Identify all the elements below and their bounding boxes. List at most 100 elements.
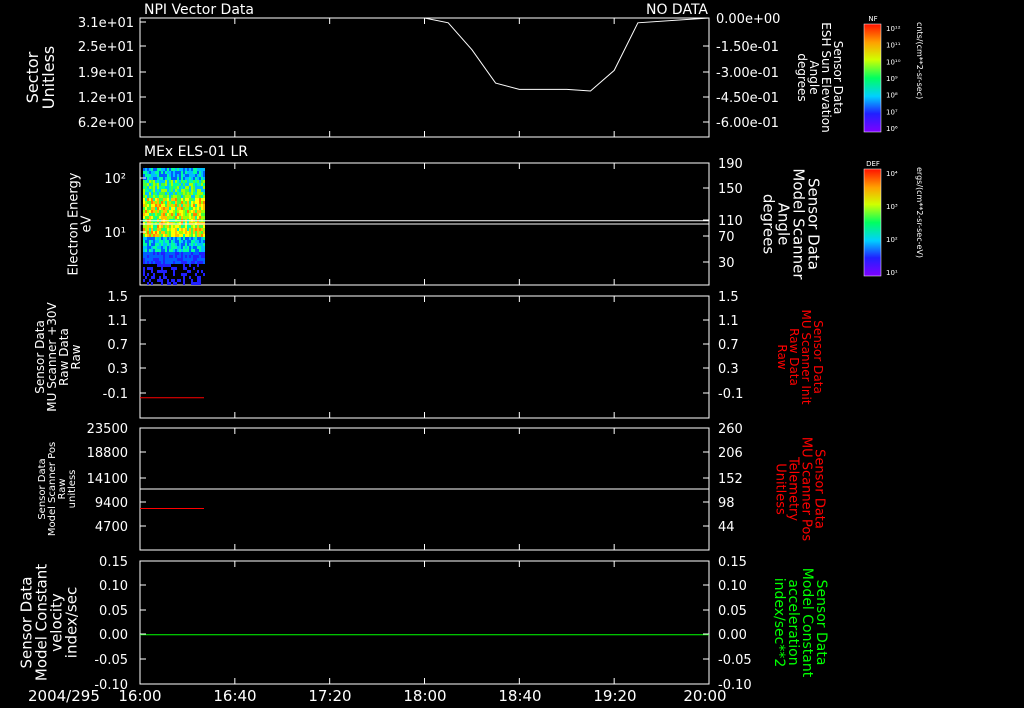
spectrogram-cell: [191, 171, 193, 174]
spectrogram-cell: [191, 282, 193, 285]
spectrogram-cell: [173, 282, 175, 285]
spectrogram-cell: [203, 177, 205, 180]
spectrogram-cell: [167, 249, 169, 252]
spectrogram-cell: [195, 246, 197, 249]
spectrogram-cell: [147, 177, 149, 180]
spectrogram-cell: [167, 246, 169, 249]
spectrogram-cell: [197, 264, 199, 267]
spectrogram-cell: [165, 210, 167, 213]
spectrogram-cell: [193, 171, 195, 174]
spectrogram-cell: [193, 195, 195, 198]
y-axis-title-line: Unitless: [39, 46, 58, 110]
spectrogram-cell: [197, 198, 199, 201]
spectrogram-cell: [145, 210, 147, 213]
spectrogram-cell: [185, 249, 187, 252]
y-tick-label: 1.5: [107, 290, 128, 305]
spectrogram-cell: [203, 231, 205, 234]
spectrogram-cell: [185, 198, 187, 201]
spectrogram-cell: [187, 183, 189, 186]
spectrogram-cell: [187, 228, 189, 231]
spectrogram-cell: [177, 255, 179, 258]
spectrogram-cell: [179, 171, 181, 174]
spectrogram-cell: [157, 255, 159, 258]
spectrogram-cell: [177, 186, 179, 189]
spectrogram-cell: [183, 204, 185, 207]
y-tick-label: 0.05: [99, 604, 128, 619]
spectrogram-cell: [189, 195, 191, 198]
spectrogram-cell: [193, 267, 195, 270]
spectrogram-cell: [159, 183, 161, 186]
spectrogram-cell: [197, 213, 199, 216]
spectrogram-cell: [195, 192, 197, 195]
spectrogram-cell: [161, 174, 163, 177]
spectrogram-cell: [191, 240, 193, 243]
spectrogram-cell: [187, 213, 189, 216]
spectrogram-cell: [177, 258, 179, 261]
spectrogram-cell: [187, 255, 189, 258]
spectrogram-cell: [193, 255, 195, 258]
spectrogram-cell: [155, 213, 157, 216]
spectrogram-cell: [157, 231, 159, 234]
spectrogram-cell: [169, 198, 171, 201]
spectrogram-cell: [151, 192, 153, 195]
spectrogram-cell: [189, 228, 191, 231]
spectrogram-cell: [181, 210, 183, 213]
spectrogram-cell: [181, 180, 183, 183]
spectrogram-cell: [181, 186, 183, 189]
spectrogram-cell: [159, 213, 161, 216]
spectrogram-cell: [191, 231, 193, 234]
spectrogram-cell: [165, 270, 167, 273]
spectrogram-cell: [169, 180, 171, 183]
y-tick-label: 10²: [104, 172, 126, 187]
spectrogram-cell: [163, 204, 165, 207]
spectrogram-cell: [189, 240, 191, 243]
spectrogram-cell: [149, 246, 151, 249]
spectrogram-cell: [197, 207, 199, 210]
y2-axis-title-line: Raw: [775, 344, 789, 369]
spectrogram-cell: [177, 237, 179, 240]
spectrogram-cell: [159, 216, 161, 219]
spectrogram-cell: [161, 195, 163, 198]
spectrogram-cell: [157, 180, 159, 183]
spectrogram-cell: [169, 183, 171, 186]
spectrogram-cell: [143, 207, 145, 210]
spectrogram-cell: [157, 186, 159, 189]
spectrogram-cell: [185, 168, 187, 171]
spectrogram-cell: [149, 177, 151, 180]
spectrogram-cell: [187, 168, 189, 171]
spectrogram-cell: [189, 183, 191, 186]
spectrogram-cell: [165, 201, 167, 204]
colorbar-nf-gradient: [863, 23, 882, 133]
spectrogram-cell: [149, 174, 151, 177]
spectrogram-cell: [149, 201, 151, 204]
spectrogram-cell: [191, 180, 193, 183]
spectrogram-cell: [163, 207, 165, 210]
spectrogram-cell: [177, 213, 179, 216]
spectrogram-cell: [185, 255, 187, 258]
spectrogram-cell: [199, 177, 201, 180]
spectrogram-cell: [169, 171, 171, 174]
spectrogram-cell: [203, 237, 205, 240]
spectrogram-cell: [151, 204, 153, 207]
spectrogram-cell: [157, 171, 159, 174]
spectrogram-cell: [187, 204, 189, 207]
spectrogram-cell: [201, 252, 203, 255]
spectrogram-cell: [189, 264, 191, 267]
spectrogram-cell: [173, 240, 175, 243]
spectrogram-cell: [159, 261, 161, 264]
spectrogram-cell: [179, 204, 181, 207]
spectrogram-cell: [185, 252, 187, 255]
spectrogram-cell: [151, 189, 153, 192]
spectrogram-cell: [193, 213, 195, 216]
spectrogram-cell: [151, 198, 153, 201]
spectrogram-cell: [169, 225, 171, 228]
spectrogram-cell: [159, 243, 161, 246]
panel2-title: MEx ELS-01 LR: [144, 144, 248, 160]
spectrogram-cell: [165, 198, 167, 201]
spectrogram-cell: [145, 252, 147, 255]
spectrogram-cell: [191, 174, 193, 177]
spectrogram-cell: [147, 210, 149, 213]
spectrogram-cell: [175, 210, 177, 213]
spectrogram-cell: [171, 267, 173, 270]
colorbar-tick-label: 10¹⁰: [886, 58, 901, 66]
